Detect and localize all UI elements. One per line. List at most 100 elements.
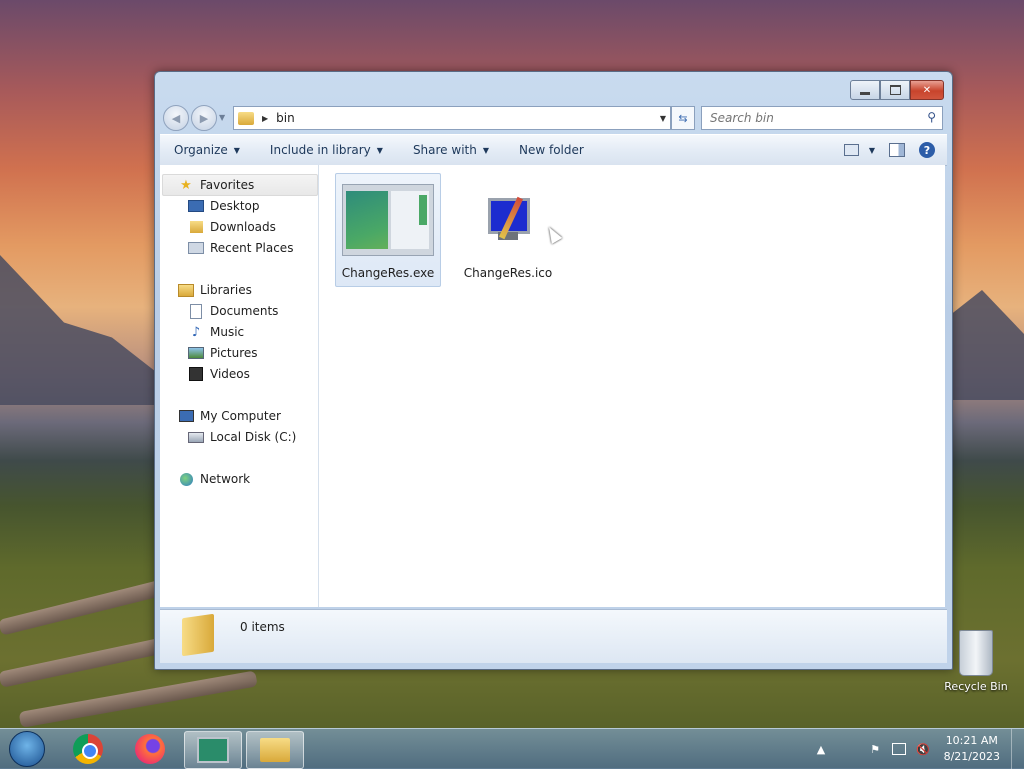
recycle-bin-icon	[959, 630, 993, 676]
recycle-bin-label: Recycle Bin	[944, 680, 1008, 693]
taskbar-explorer[interactable]	[246, 731, 304, 769]
breadcrumb-separator-icon: ▶	[262, 113, 269, 123]
ico-thumbnail	[460, 180, 556, 260]
nav-music[interactable]: ♪ Music	[188, 322, 244, 342]
file-name: ChangeRes.ico	[463, 266, 553, 280]
fence-rail	[0, 636, 168, 688]
nav-my-computer-label: My Computer	[200, 409, 281, 423]
folder-icon	[238, 111, 254, 125]
exe-thumbnail	[340, 180, 436, 260]
details-pane: 0 items	[160, 609, 947, 663]
taskbar-changeres[interactable]	[184, 731, 242, 769]
pictures-icon	[188, 345, 204, 361]
minimize-button[interactable]	[850, 80, 880, 100]
nav-favorites[interactable]: ★ Favorites	[178, 175, 254, 195]
network-icon	[178, 471, 194, 487]
desktop-icon	[188, 198, 204, 214]
nav-libraries[interactable]: Libraries	[178, 280, 252, 300]
drive-icon	[188, 429, 204, 445]
address-dropdown-icon[interactable]: ▼	[660, 114, 666, 123]
nav-pictures[interactable]: Pictures	[188, 343, 258, 363]
change-view-button[interactable]: ▼	[840, 136, 879, 164]
organize-label: Organize	[174, 143, 228, 157]
search-input[interactable]	[708, 110, 922, 126]
forward-arrow-icon: ▶	[199, 111, 209, 125]
clock-time: 10:21 AM	[945, 734, 998, 747]
taskbar-chrome[interactable]	[60, 731, 116, 767]
nav-recent-places-label: Recent Places	[210, 241, 294, 255]
help-icon: ?	[919, 142, 935, 158]
search-icon[interactable]: ⚲	[927, 110, 936, 124]
nav-documents-label: Documents	[210, 304, 279, 318]
chevron-down-icon: ▼	[233, 145, 240, 155]
close-button[interactable]: ✕	[910, 80, 944, 100]
fence-rail	[18, 670, 258, 728]
windows-start-icon	[9, 731, 45, 767]
maximize-button[interactable]	[880, 80, 910, 100]
show-desktop-button[interactable]	[1011, 729, 1024, 769]
show-hidden-icons-button[interactable]: ▲	[812, 740, 830, 758]
nav-downloads[interactable]: Downloads	[188, 217, 276, 237]
chrome-icon	[73, 734, 103, 764]
firefox-icon	[135, 734, 165, 764]
share-with-menu[interactable]: Share with ▼	[403, 136, 499, 164]
volume-muted-icon[interactable]: 🔇	[914, 740, 932, 758]
forward-button[interactable]: ▶	[191, 105, 217, 131]
network-tray-icon[interactable]	[890, 740, 908, 758]
libraries-icon	[178, 282, 194, 298]
preview-pane-button[interactable]	[879, 136, 915, 164]
nav-network-label: Network	[200, 472, 251, 486]
star-icon: ★	[180, 177, 192, 193]
organize-menu[interactable]: Organize ▼	[164, 136, 250, 164]
music-icon: ♪	[191, 324, 201, 340]
mountain-left	[0, 255, 160, 405]
back-arrow-icon: ◀	[171, 111, 181, 125]
nav-local-disk-label: Local Disk (C:)	[210, 430, 297, 444]
taskbar: ▲ ⚑ 🔇 10:21 AM 8/21/2023	[0, 728, 1024, 769]
recent-pages-dropdown[interactable]: ▼	[219, 113, 225, 122]
include-in-library-menu[interactable]: Include in library ▼	[260, 136, 393, 164]
file-name: ChangeRes.exe	[341, 266, 435, 280]
folder-icon	[182, 613, 214, 657]
clock-date: 8/21/2023	[943, 750, 1000, 763]
include-in-library-label: Include in library	[269, 143, 371, 157]
changeres-icon	[197, 737, 229, 763]
nav-videos-label: Videos	[210, 367, 250, 381]
help-button[interactable]: ?	[915, 136, 947, 164]
navigation-pane: ★ Favorites Desktop Downloads Recent Pla…	[160, 165, 319, 607]
taskbar-clock[interactable]: 10:21 AM 8/21/2023	[944, 733, 1000, 765]
nav-my-computer[interactable]: My Computer	[178, 406, 281, 426]
new-folder-button[interactable]: New folder	[509, 136, 594, 164]
refresh-icon: ⇆	[678, 111, 688, 125]
recent-places-icon	[188, 240, 204, 256]
taskbar-firefox[interactable]	[122, 731, 178, 767]
navigation-bar: ◀ ▶ ▼ ▶ bin ▼ ⇆ ⚲	[163, 105, 944, 131]
nav-recent-places[interactable]: Recent Places	[188, 238, 293, 258]
caption-buttons: ✕	[850, 80, 944, 100]
folder-icon	[260, 738, 290, 762]
view-icon	[843, 144, 859, 156]
nav-videos[interactable]: Videos	[188, 364, 250, 384]
start-button[interactable]	[2, 731, 52, 767]
nav-documents[interactable]: Documents	[188, 301, 278, 321]
file-item[interactable]: ChangeRes.exe	[335, 173, 441, 287]
search-box[interactable]: ⚲	[701, 106, 943, 130]
file-list[interactable]: ChangeRes.exe ChangeRes.ico	[319, 165, 945, 607]
back-button[interactable]: ◀	[163, 105, 189, 131]
address-bar[interactable]: ▶ bin ▼	[233, 106, 671, 130]
explorer-window: ✕ ◀ ▶ ▼ ▶ bin ▼ ⇆ ⚲ Organize ▼ Include in…	[154, 71, 953, 670]
nav-downloads-label: Downloads	[210, 220, 276, 234]
downloads-icon	[188, 219, 204, 235]
refresh-button[interactable]: ⇆	[671, 106, 695, 130]
chevron-down-icon: ▼	[482, 145, 489, 155]
action-center-icon[interactable]: ⚑	[866, 740, 884, 758]
chevron-down-icon: ▼	[868, 145, 875, 155]
nav-desktop[interactable]: Desktop	[188, 196, 260, 216]
nav-local-disk[interactable]: Local Disk (C:)	[188, 427, 296, 447]
recycle-bin[interactable]: Recycle Bin	[943, 630, 1009, 693]
item-count: 0 items	[240, 620, 285, 634]
nav-favorites-label: Favorites	[200, 178, 255, 192]
nav-pictures-label: Pictures	[210, 346, 258, 360]
nav-network[interactable]: Network	[178, 469, 250, 489]
breadcrumb-bin[interactable]: bin	[276, 111, 295, 125]
